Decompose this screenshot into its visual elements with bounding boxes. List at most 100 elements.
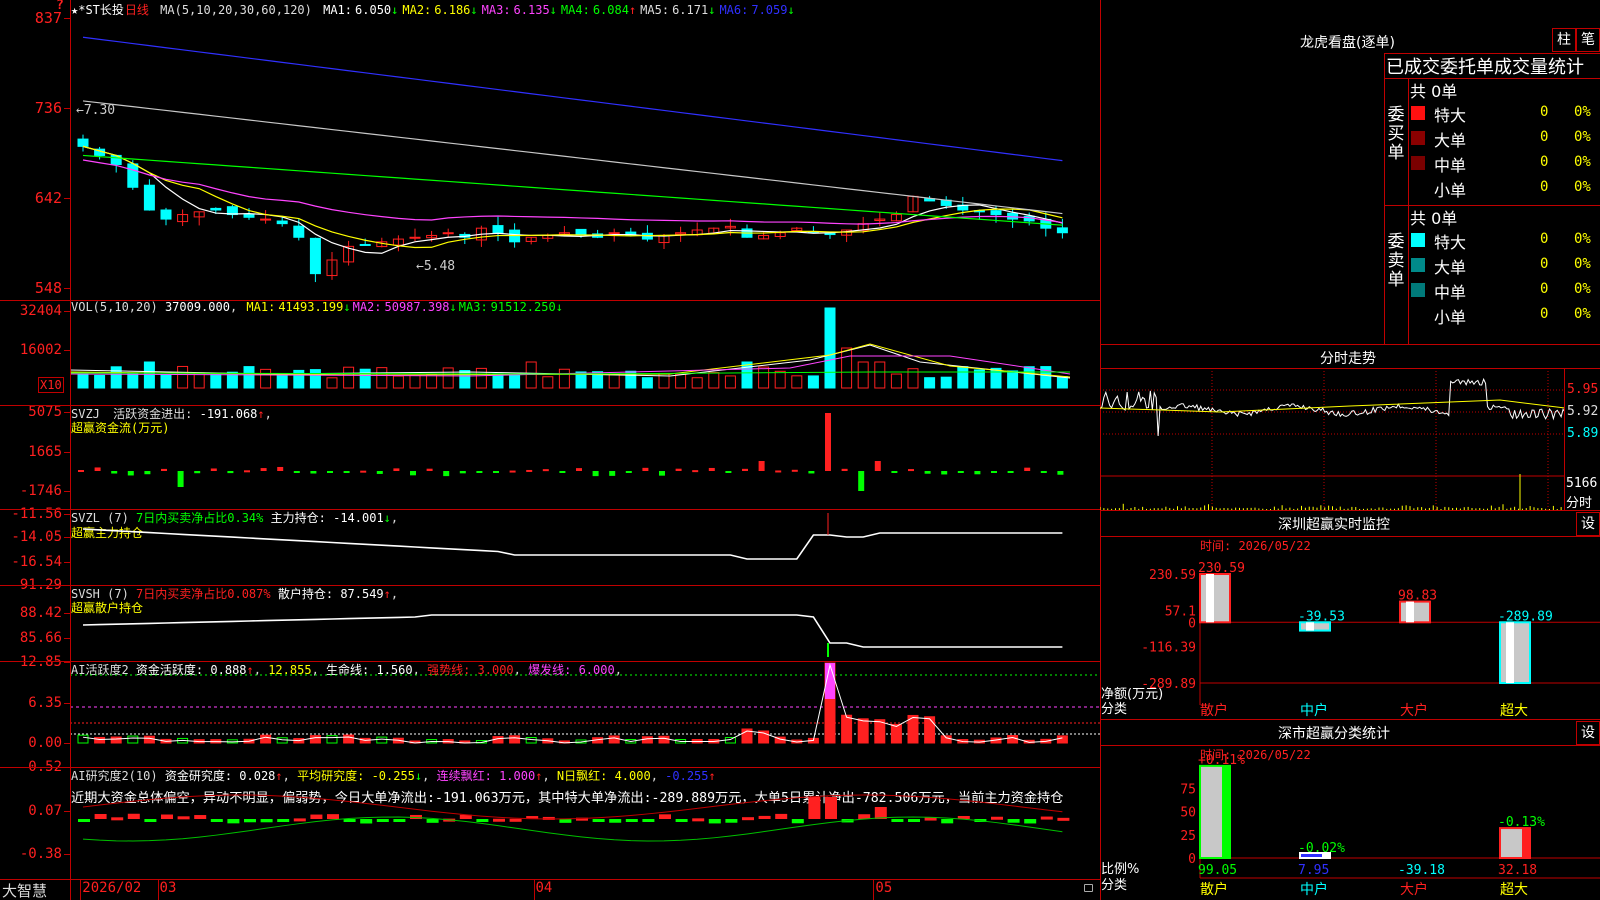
candle-body	[359, 243, 371, 246]
ma-line	[82, 36, 1063, 162]
research-bar	[343, 819, 356, 822]
order-color-swatch	[1411, 106, 1425, 120]
activity-bar	[1007, 735, 1019, 744]
research-bar	[742, 817, 754, 821]
y-tick-label: 642	[34, 189, 62, 207]
order-size-label: 特大	[1434, 106, 1467, 125]
y-tick-label: 230.59	[1149, 568, 1196, 583]
x-tick-mark	[533, 880, 535, 900]
research-bar	[725, 819, 738, 823]
flow-bar	[874, 461, 881, 471]
y-tick-label: -0.38	[19, 846, 62, 863]
corner-mark[interactable]: ?	[56, 0, 64, 13]
candle-body	[309, 237, 321, 275]
activity-bar	[890, 723, 902, 744]
flow-bar	[360, 470, 367, 473]
bar-value-label: 98.83	[1398, 589, 1437, 604]
research-bar	[542, 816, 555, 820]
volume-bar	[708, 372, 720, 389]
activity-bar	[857, 718, 869, 744]
category-label: 中户	[1300, 702, 1328, 719]
y-tick-label: 5075	[28, 404, 62, 421]
volume-bar	[807, 375, 819, 389]
tick-mode-button[interactable]: 笔	[1576, 28, 1600, 52]
research-bar	[808, 797, 821, 819]
monitor-bar	[1399, 600, 1431, 624]
research-bar	[775, 813, 788, 819]
research-bar	[127, 813, 140, 819]
research-bar	[609, 819, 622, 823]
research-bar	[675, 819, 688, 822]
volume-bar	[724, 375, 736, 389]
y-tick-label: 16002	[19, 342, 62, 359]
activity-bar	[127, 735, 139, 744]
order-color-swatch	[1411, 258, 1425, 272]
lock-icon[interactable]	[1084, 884, 1093, 892]
volume-bar	[177, 365, 189, 389]
volume-bar	[957, 366, 969, 389]
research-bar	[310, 814, 323, 819]
svzj-chart	[78, 413, 1064, 491]
volume-bar	[973, 369, 985, 389]
flow-bar	[459, 471, 466, 474]
x-tick-label: 04	[535, 880, 553, 896]
order-percent: 0%	[1574, 231, 1591, 247]
order-count: 0	[1540, 154, 1549, 170]
volume-bar	[857, 361, 869, 389]
flow-bar	[310, 471, 317, 474]
stats-settings-button[interactable]: 设	[1576, 721, 1600, 745]
order-color-swatch	[1411, 156, 1425, 170]
price-line	[1100, 377, 1565, 437]
candle-body	[276, 220, 288, 225]
flow-bar	[177, 471, 184, 487]
category-label: 超大	[1500, 882, 1528, 898]
order-count: 0	[1540, 256, 1549, 272]
svsh-chart	[82, 614, 1063, 657]
research-bar	[874, 807, 887, 819]
flow-bar	[559, 471, 566, 473]
monitor-settings-button[interactable]: 设	[1576, 512, 1600, 536]
volume-bar	[392, 375, 404, 389]
bar-value-label: 7.95	[1298, 863, 1329, 878]
research-bar	[194, 815, 207, 819]
candle-body	[1056, 227, 1068, 234]
volume-bar	[210, 372, 222, 389]
order-color-swatch	[1411, 283, 1425, 297]
volume-bar	[874, 361, 886, 389]
flow-bar	[260, 468, 267, 471]
app-name[interactable]: 大智慧	[2, 880, 47, 900]
flow-bar	[293, 471, 300, 473]
flow-bar	[509, 470, 516, 473]
order-percent: 0%	[1574, 179, 1591, 195]
volume-bar	[791, 375, 803, 389]
ai-research-chart	[78, 794, 1070, 842]
y-tick-label: 736	[34, 99, 62, 117]
flow-bar	[476, 471, 483, 473]
volume-bar	[309, 369, 321, 389]
research-line	[82, 794, 1063, 820]
research-bar	[659, 814, 671, 819]
activity-bar	[94, 736, 106, 744]
y-tick-label: 1665	[28, 443, 62, 460]
research-bar	[559, 819, 572, 823]
divider	[0, 879, 1100, 880]
ma-line	[82, 100, 1063, 215]
bar-value-label: 99.05	[1198, 863, 1237, 878]
research-bar	[1057, 817, 1070, 821]
activity-bar	[376, 736, 388, 744]
stats-x-label: 分类	[1101, 878, 1128, 893]
candle-body	[127, 163, 139, 188]
main-y-axis: 837 736 642 548	[0, 0, 70, 300]
bar-value-label: -39.53	[1298, 609, 1345, 624]
divider	[1100, 510, 1600, 511]
activity-bar	[343, 734, 355, 744]
candle-body	[575, 228, 587, 236]
flow-bar	[1024, 467, 1031, 471]
holding-line	[82, 614, 1063, 648]
orders-total: 共 0单	[1410, 82, 1458, 101]
bar-mode-button[interactable]: 柱	[1552, 28, 1576, 52]
category-label: 散户	[1200, 702, 1228, 719]
high-price-label: ←7.30	[76, 103, 115, 118]
order-percent: 0%	[1574, 281, 1591, 297]
divider	[0, 661, 1100, 662]
